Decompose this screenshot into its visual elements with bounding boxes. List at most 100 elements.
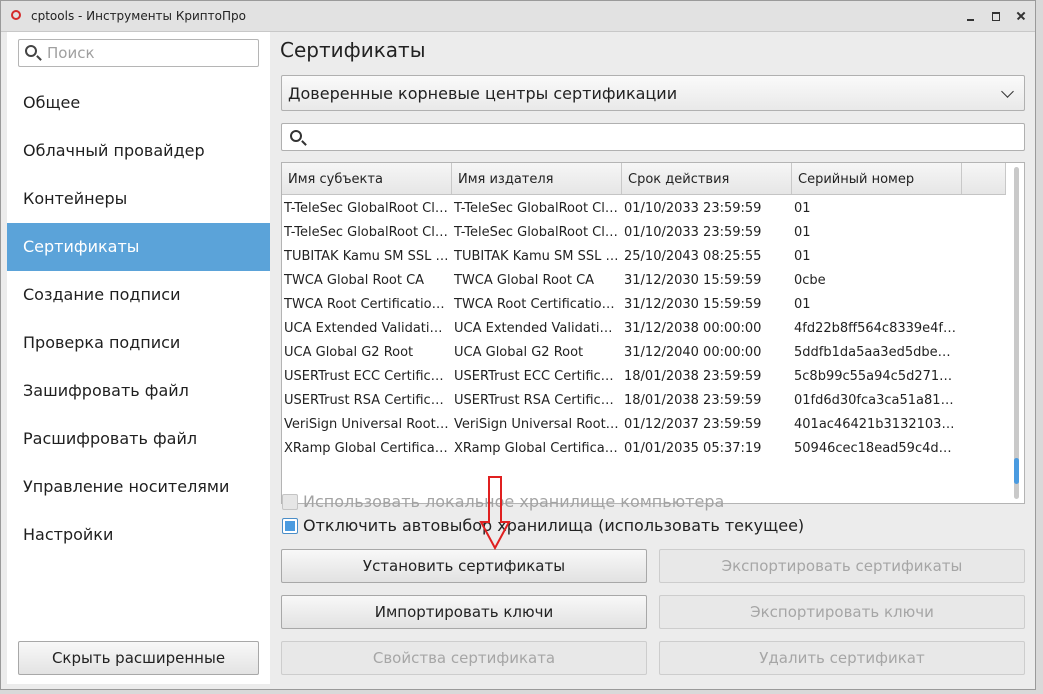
- cell-subject: T-TeleSec GlobalRoot Clas...: [284, 201, 450, 216]
- table-row[interactable]: USERTrust ECC Certificati... USERTrust E…: [282, 365, 1006, 389]
- sidebar-nav: Общее Облачный провайдер Контейнеры Серт…: [7, 79, 270, 559]
- table-scrollbar[interactable]: [1010, 163, 1024, 503]
- table-row[interactable]: XRamp Global Certificatio... XRamp Globa…: [282, 437, 1006, 461]
- table-row[interactable]: UCA Extended Validation ... UCA Extended…: [282, 317, 1006, 341]
- cell-expiry: 01/10/2033 23:59:59: [624, 225, 762, 240]
- cell-serial: 01: [794, 297, 811, 312]
- cell-expiry: 31/12/2038 00:00:00: [624, 321, 762, 336]
- sidebar-item-general[interactable]: Общее: [7, 79, 270, 127]
- cell-expiry: 25/10/2043 08:25:55: [624, 249, 762, 264]
- close-icon[interactable]: [1015, 10, 1027, 22]
- search-input[interactable]: [47, 43, 247, 63]
- cell-serial: 401ac46421b31321030eb...: [794, 417, 958, 432]
- main-panel: Сертификаты Доверенные корневые центры с…: [271, 32, 1033, 684]
- sidebar: Общее Облачный провайдер Контейнеры Серт…: [7, 32, 270, 684]
- cell-issuer: XRamp Global Certificatio...: [454, 441, 620, 456]
- hide-advanced-button[interactable]: Скрыть расширенные: [18, 641, 259, 675]
- cell-subject: USERTrust RSA Certificati...: [284, 393, 450, 408]
- chevron-down-icon: [1001, 85, 1014, 98]
- sidebar-item-encrypt-file[interactable]: Зашифровать файл: [7, 367, 270, 415]
- cell-expiry: 18/01/2038 23:59:59: [624, 369, 762, 384]
- column-header-serial[interactable]: Серийный номер: [792, 163, 962, 194]
- cell-subject: TWCA Global Root CA: [284, 273, 425, 288]
- cell-expiry: 31/12/2030 15:59:59: [624, 297, 762, 312]
- cell-expiry: 31/12/2030 15:59:59: [624, 273, 762, 288]
- install-certificates-button[interactable]: Установить сертификаты: [281, 549, 647, 583]
- cell-issuer: UCA Global G2 Root: [454, 345, 584, 360]
- checkbox-box[interactable]: [282, 518, 298, 534]
- cell-subject: TWCA Root Certification ...: [284, 297, 450, 312]
- cell-subject: T-TeleSec GlobalRoot Clas...: [284, 225, 450, 240]
- store-select-value: Доверенные корневые центры сертификации: [288, 84, 678, 103]
- cell-serial: 5c8b99c55a94c5d27156d...: [794, 369, 958, 384]
- sidebar-item-create-signature[interactable]: Создание подписи: [7, 271, 270, 319]
- sidebar-search[interactable]: [18, 39, 259, 67]
- cell-issuer: T-TeleSec GlobalRoot Clas...: [454, 225, 620, 240]
- import-keys-button[interactable]: Импортировать ключи: [281, 595, 647, 629]
- table-row[interactable]: TWCA Global Root CA TWCA Global Root CA …: [282, 269, 1006, 293]
- delete-certificate-button[interactable]: Удалить сертификат: [659, 641, 1025, 675]
- search-icon: [290, 130, 302, 142]
- sidebar-item-containers[interactable]: Контейнеры: [7, 175, 270, 223]
- checkbox-label: Отключить автовыбор хранилища (использов…: [303, 516, 805, 535]
- sidebar-item-verify-signature[interactable]: Проверка подписи: [7, 319, 270, 367]
- cell-expiry: 18/01/2038 23:59:59: [624, 393, 762, 408]
- column-header-filler: [962, 163, 1006, 194]
- cell-serial: 4fd22b8ff564c8339e4f345...: [794, 321, 958, 336]
- cell-expiry: 01/12/2037 23:59:59: [624, 417, 762, 432]
- title-bar: cptools - Инструменты КриптоПро: [1, 1, 1035, 32]
- cell-serial: 01: [794, 225, 811, 240]
- certificate-properties-button[interactable]: Свойства сертификата: [281, 641, 647, 675]
- cell-subject: XRamp Global Certificatio...: [284, 441, 450, 456]
- maximize-icon[interactable]: [990, 10, 1002, 22]
- cell-issuer: USERTrust ECC Certificati...: [454, 369, 620, 384]
- table-header: Имя субъекта Имя издателя Срок действия …: [282, 163, 1006, 195]
- scrollbar-thumb[interactable]: [1014, 457, 1019, 484]
- window-title: cptools - Инструменты КриптоПро: [31, 9, 246, 23]
- checkbox-box[interactable]: [282, 494, 298, 510]
- cell-issuer: VeriSign Universal Root C...: [454, 417, 620, 432]
- annotation-arrow-icon: [479, 476, 511, 550]
- table-row[interactable]: USERTrust RSA Certificati... USERTrust R…: [282, 389, 1006, 413]
- column-header-subject[interactable]: Имя субъекта: [282, 163, 452, 194]
- table-row[interactable]: VeriSign Universal Root C... VeriSign Un…: [282, 413, 1006, 437]
- cell-issuer: TUBITAK Kamu SM SSL K...: [454, 249, 620, 264]
- app-logo-icon: [11, 10, 21, 20]
- cell-subject: UCA Global G2 Root: [284, 345, 414, 360]
- cell-issuer: USERTrust RSA Certificati...: [454, 393, 620, 408]
- export-keys-button[interactable]: Экспортировать ключи: [659, 595, 1025, 629]
- cell-expiry: 01/01/2035 05:37:19: [624, 441, 762, 456]
- cell-serial: 01: [794, 249, 811, 264]
- sidebar-item-decrypt-file[interactable]: Расшифровать файл: [7, 415, 270, 463]
- export-certificates-button[interactable]: Экспортировать сертификаты: [659, 549, 1025, 583]
- minimize-icon[interactable]: [965, 10, 977, 22]
- sidebar-item-cloud-provider[interactable]: Облачный провайдер: [7, 127, 270, 175]
- sidebar-item-settings[interactable]: Настройки: [7, 511, 270, 559]
- checkbox-label: Использовать локальное хранилище компьют…: [303, 492, 725, 511]
- table-row[interactable]: UCA Global G2 Root UCA Global G2 Root 31…: [282, 341, 1006, 365]
- scrollbar-track: [1014, 167, 1019, 499]
- cell-issuer: T-TeleSec GlobalRoot Clas...: [454, 201, 620, 216]
- app-window: cptools - Инструменты КриптоПро Общее Об…: [0, 0, 1036, 690]
- cell-subject: TUBITAK Kamu SM SSL K...: [284, 249, 450, 264]
- column-header-issuer[interactable]: Имя издателя: [452, 163, 622, 194]
- sidebar-item-media-management[interactable]: Управление носителями: [7, 463, 270, 511]
- certificate-filter-input[interactable]: [281, 123, 1025, 151]
- table-row[interactable]: TUBITAK Kamu SM SSL K... TUBITAK Kamu SM…: [282, 245, 1006, 269]
- cell-expiry: 31/12/2040 00:00:00: [624, 345, 762, 360]
- cell-serial: 5ddfb1da5aa3ed5dbe5a6...: [794, 345, 958, 360]
- cell-subject: UCA Extended Validation ...: [284, 321, 450, 336]
- cell-issuer: TWCA Root Certification ...: [454, 297, 620, 312]
- cell-subject: VeriSign Universal Root C...: [284, 417, 450, 432]
- column-header-expiry[interactable]: Срок действия: [622, 163, 792, 194]
- store-select[interactable]: Доверенные корневые центры сертификации: [281, 75, 1025, 111]
- table-row[interactable]: T-TeleSec GlobalRoot Clas... T-TeleSec G…: [282, 197, 1006, 221]
- cell-issuer: UCA Extended Validation ...: [454, 321, 620, 336]
- cell-serial: 0cbe: [794, 273, 826, 288]
- sidebar-item-certificates[interactable]: Сертификаты: [7, 223, 270, 271]
- certificates-table: Имя субъекта Имя издателя Срок действия …: [281, 162, 1025, 504]
- page-title: Сертификаты: [280, 38, 426, 62]
- table-row[interactable]: TWCA Root Certification ... TWCA Root Ce…: [282, 293, 1006, 317]
- cell-serial: 01fd6d30fca3ca51a81bbc...: [794, 393, 958, 408]
- table-row[interactable]: T-TeleSec GlobalRoot Clas... T-TeleSec G…: [282, 221, 1006, 245]
